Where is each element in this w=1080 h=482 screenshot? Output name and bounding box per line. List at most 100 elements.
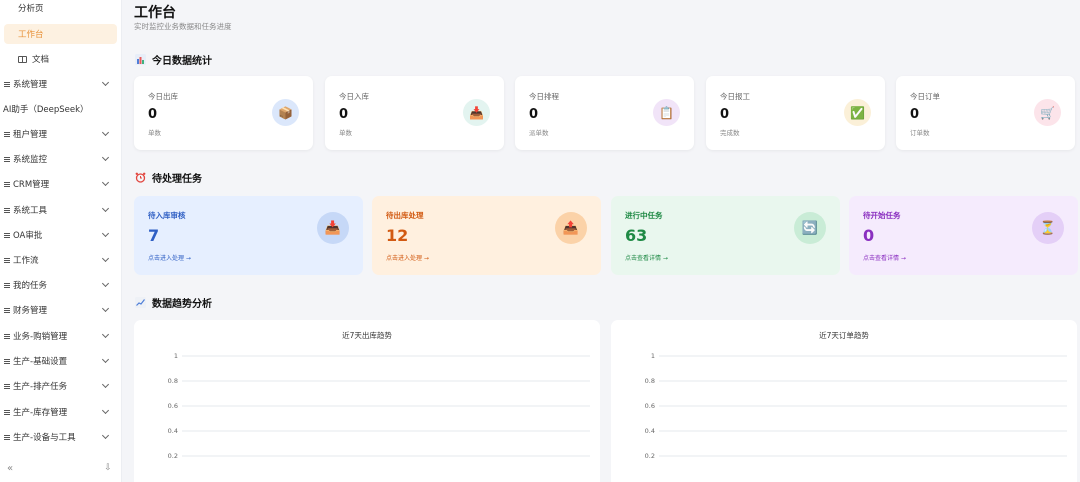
stat-card[interactable]: 今日报工 0 完成数 ✅: [706, 76, 885, 150]
chevron-down-icon: [101, 355, 110, 364]
y-tick-label: 0.2: [645, 452, 655, 460]
hourglass-icon: ⏳: [1032, 212, 1064, 244]
check-icon: ✅: [844, 99, 871, 126]
task-card[interactable]: 待开始任务 0 点击查看详情 → ⏳: [849, 196, 1078, 275]
sidebar-item-17[interactable]: 生产-设备与工具: [0, 427, 122, 447]
section-title-stats: 今日数据统计: [135, 52, 212, 67]
y-tick-label: 0.2: [168, 452, 178, 460]
sidebar-item-3[interactable]: 系统管理: [0, 74, 122, 94]
collapse-sidebar-button[interactable]: «: [3, 461, 17, 475]
chevron-down-icon: [101, 304, 110, 313]
outbox-icon: 📤: [555, 212, 587, 244]
stat-unit: 完成数: [720, 129, 740, 137]
sidebar-item-label: 生产-排产任务: [13, 382, 68, 392]
chevron-down-icon: [101, 330, 110, 339]
task-card[interactable]: 待出库处理 12 点击进入处理 → 📤: [372, 196, 601, 275]
menu-icon: [4, 307, 10, 313]
section-title-trends-label: 数据趋势分析: [152, 299, 212, 310]
chevron-down-icon: [101, 431, 110, 440]
sidebar-item-16[interactable]: 生产-库存管理: [0, 402, 122, 422]
stat-card[interactable]: 今日出库 0 单数 📦: [134, 76, 313, 150]
stat-value: 0: [148, 107, 158, 122]
section-title-stats-label: 今日数据统计: [152, 56, 212, 67]
sidebar-item-14[interactable]: 生产-基础设置: [0, 351, 122, 371]
menu-icon: [4, 383, 10, 389]
alarm-clock-icon: [135, 172, 146, 183]
sidebar-item-label: 生产-库存管理: [13, 408, 68, 418]
sidebar-item-label: 生产-基础设置: [13, 357, 68, 367]
task-link[interactable]: 点击查看详情 →: [863, 253, 906, 262]
sidebar-item-label: 系统管理: [13, 80, 48, 90]
stat-label: 今日入库: [339, 92, 369, 101]
sidebar: 分析页工作台文档系统管理 AI助手（DeepSeek） 租户管理系统监控 CRM管理系…: [0, 0, 122, 482]
stat-unit: 单数: [339, 129, 352, 137]
sidebar-item-label: 财务管理: [13, 306, 48, 316]
stat-label: 今日报工: [720, 92, 750, 101]
sidebar-item-7[interactable]: CRM管理: [0, 174, 122, 194]
sidebar-item-0[interactable]: 分析页: [0, 0, 122, 18]
task-value: 7: [148, 226, 160, 245]
task-card[interactable]: 进行中任务 63 点击查看详情 → 🔄: [611, 196, 840, 275]
chevron-down-icon: [101, 128, 110, 137]
stat-card[interactable]: 今日排程 0 派单数 📋: [515, 76, 694, 150]
chevron-down-icon: [101, 279, 110, 288]
chevron-down-icon: [101, 229, 110, 238]
stat-value: 0: [720, 107, 730, 122]
stat-card[interactable]: 今日入库 0 单数 📥: [325, 76, 504, 150]
y-tick-label: 0.4: [168, 427, 178, 435]
task-label: 待出库处理: [386, 211, 424, 220]
y-tick-label: 0.8: [645, 377, 655, 385]
menu-icon: [4, 282, 10, 288]
menu-icon: [4, 181, 10, 187]
chevron-down-icon: [101, 204, 110, 213]
task-link[interactable]: 点击进入处理 →: [148, 253, 191, 262]
task-label: 待入库审核: [148, 211, 186, 220]
sidebar-item-9[interactable]: OA审批: [0, 225, 122, 245]
pin-icon[interactable]: ⇩: [101, 461, 115, 475]
sidebar-item-label: 系统监控: [13, 155, 48, 165]
sidebar-item-2[interactable]: 文档: [0, 49, 122, 69]
sidebar-item-10[interactable]: 工作流: [0, 250, 122, 270]
main-content: 工作台 实时监控业务数据和任务进度 今日数据统计 今日出库 0 单数 📦 今日入库 0 单数…: [122, 0, 1080, 482]
sidebar-item-15[interactable]: 生产-排产任务: [0, 376, 122, 396]
task-link[interactable]: 点击进入处理 →: [386, 253, 429, 262]
page-subtitle: 实时监控业务数据和任务进度: [134, 22, 232, 31]
task-value: 0: [863, 226, 875, 245]
sidebar-item-label: 工作台: [18, 30, 44, 40]
sidebar-item-4[interactable]: AI助手（DeepSeek）: [0, 99, 122, 119]
section-title-trends: 数据趋势分析: [135, 295, 212, 310]
stat-unit: 订单数: [910, 129, 930, 137]
menu-icon: [4, 434, 10, 440]
sidebar-item-11[interactable]: 我的任务: [0, 275, 122, 295]
sidebar-item-12[interactable]: 财务管理: [0, 300, 122, 320]
sidebar-item-8[interactable]: 系统工具: [0, 200, 122, 220]
menu-icon: [4, 409, 10, 415]
menu-icon: [4, 333, 10, 339]
chart-card-outbound: 近7天出库趋势 1 0.8 0.6 0.4 0.2: [134, 320, 600, 482]
section-title-tasks: 待处理任务: [135, 170, 202, 185]
y-tick-label: 0.6: [645, 402, 655, 410]
sidebar-item-label: 租户管理: [13, 130, 48, 140]
sidebar-item-label: 工作流: [13, 256, 39, 266]
sidebar-item-5[interactable]: 租户管理: [0, 124, 122, 144]
outbound-trend-chart: 1 0.8 0.6 0.4 0.2: [168, 352, 590, 460]
sidebar-item-label: 我的任务: [13, 281, 48, 291]
task-card[interactable]: 待入库审核 7 点击进入处理 → 📥: [134, 196, 363, 275]
stat-unit: 派单数: [529, 129, 549, 137]
task-label: 进行中任务: [625, 211, 663, 220]
y-tick-label: 1: [174, 352, 178, 360]
sidebar-item-label: AI助手（DeepSeek）: [3, 105, 89, 115]
task-link[interactable]: 点击查看详情 →: [625, 253, 668, 262]
sidebar-item-1[interactable]: 工作台: [4, 24, 117, 44]
sidebar-item-13[interactable]: 业务-购销管理: [0, 326, 122, 346]
inbox-icon: 📥: [463, 99, 490, 126]
y-tick-label: 0.6: [168, 402, 178, 410]
box-icon: 📦: [272, 99, 299, 126]
sidebar-item-6[interactable]: 系统监控: [0, 149, 122, 169]
cart-icon: 🛒: [1034, 99, 1061, 126]
sidebar-item-label: 分析页: [18, 4, 44, 14]
stat-card[interactable]: 今日订单 0 订单数 🛒: [896, 76, 1075, 150]
chevron-down-icon: [101, 254, 110, 263]
sidebar-item-label: OA审批: [13, 231, 43, 241]
menu-icon: [4, 232, 10, 238]
